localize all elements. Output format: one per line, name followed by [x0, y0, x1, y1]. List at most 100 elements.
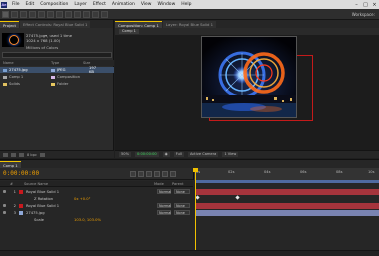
shape-tool-icon[interactable] [56, 10, 63, 18]
project-item[interactable]: 27475.jpg JPEG 197 KB [0, 66, 114, 74]
rotation-tool-icon[interactable] [29, 10, 36, 18]
layer-label-swatch[interactable] [19, 210, 23, 215]
menu-layer[interactable]: Layer [71, 2, 90, 7]
timeline-layer-row[interactable]: 3 27475.jpg Normal None [0, 209, 379, 216]
menu-effect[interactable]: Effect [90, 2, 109, 7]
clone-stamp-tool-icon[interactable] [92, 10, 99, 18]
resolution-dropdown[interactable]: Full [173, 152, 184, 157]
blend-mode-dropdown[interactable]: Normal [157, 189, 171, 194]
motion-blur-icon[interactable] [162, 171, 168, 177]
tab-layer[interactable]: Layer: Royal Blue Solid 1 [162, 21, 217, 28]
layer-label-swatch[interactable] [19, 189, 23, 194]
column-type[interactable]: Type [51, 60, 83, 66]
work-area-bar[interactable] [195, 180, 379, 183]
label-color-swatch[interactable] [51, 82, 55, 86]
frame-blending-icon[interactable] [154, 171, 160, 177]
image-file-icon [3, 68, 7, 72]
timeline-layer-row[interactable]: 1 Royal Blue Solid 1 Normal None [0, 188, 379, 195]
property-value[interactable]: 0x +0.0° [74, 197, 99, 201]
layer-duration-bar[interactable] [196, 188, 379, 195]
timeline-current-time[interactable]: 0:00:00:00 [3, 170, 39, 177]
pan-behind-tool-icon[interactable] [47, 10, 54, 18]
maximize-button[interactable]: □ [361, 2, 370, 8]
property-name: Z Rotation [34, 196, 54, 201]
layer-label-swatch[interactable] [19, 203, 23, 208]
project-item[interactable]: Solids Folder [0, 81, 114, 87]
type-tool-icon[interactable] [74, 10, 81, 18]
tab-timeline-comp[interactable]: Comp 1 [0, 161, 21, 168]
window-controls: – □ × [352, 2, 379, 8]
timeline-property-row[interactable]: Scale 103.0, 103.0% [0, 216, 379, 223]
label-color-swatch[interactable] [51, 68, 55, 72]
menu-file[interactable]: File [9, 2, 23, 7]
project-item[interactable]: Comp 1 Composition [0, 74, 114, 80]
current-time-display[interactable]: 0:00:00:00 [135, 152, 159, 157]
composition-viewer[interactable] [201, 36, 297, 118]
workspace-label[interactable]: Workspace: [352, 12, 375, 17]
new-folder-icon[interactable] [11, 152, 16, 157]
composition-footer: 50% 0:00:00:00 ◉ Full Active Camera 1 Vi… [115, 150, 379, 158]
menu-edit[interactable]: Edit [23, 2, 38, 7]
tab-project[interactable]: Project [0, 21, 19, 28]
new-composition-icon[interactable] [19, 152, 24, 157]
column-source-name[interactable]: Source Name [18, 181, 154, 186]
time-ruler[interactable]: 0s 02s 04s 06s 08s 10s [193, 168, 379, 180]
hide-shy-layers-icon[interactable] [146, 171, 152, 177]
interpret-footage-icon[interactable] [3, 152, 8, 157]
column-mode[interactable]: Mode [154, 181, 172, 186]
bit-depth-label[interactable]: 8 bpc [27, 153, 37, 157]
menu-help[interactable]: Help [178, 2, 194, 7]
pen-tool-icon[interactable] [65, 10, 72, 18]
comp-navigator-tab[interactable]: Comp 1 [119, 29, 139, 34]
minimize-button[interactable]: – [352, 2, 361, 8]
draft-3d-icon[interactable] [138, 171, 144, 177]
column-name[interactable]: Name [0, 60, 51, 66]
label-color-swatch[interactable] [51, 75, 55, 79]
layer-name[interactable]: Royal Blue Solid 1 [26, 204, 66, 208]
blend-mode-dropdown[interactable]: Normal [157, 203, 171, 208]
brush-tool-icon[interactable] [83, 10, 90, 18]
selection-tool-icon[interactable] [2, 10, 9, 18]
blend-mode-dropdown[interactable]: Normal [157, 210, 171, 215]
keyframe-marker[interactable] [235, 195, 240, 200]
current-time-indicator[interactable] [195, 168, 196, 256]
property-name: Scale [34, 217, 44, 222]
3d-view-dropdown[interactable]: Active Camera [187, 152, 219, 157]
menu-composition[interactable]: Composition [37, 2, 71, 7]
ferris-wheel-night-image [202, 37, 296, 117]
timeline-property-row[interactable]: Z Rotation 0x +0.0° [0, 195, 379, 202]
eraser-tool-icon[interactable] [101, 10, 108, 18]
layer-name[interactable]: Royal Blue Solid 1 [26, 190, 66, 194]
keyframe-marker[interactable] [195, 195, 200, 200]
layer-duration-bar[interactable] [196, 209, 379, 216]
tab-effect-controls[interactable]: Effect Controls: Royal Blue Solid 1 [20, 21, 91, 28]
trash-icon[interactable] [39, 152, 45, 157]
close-button[interactable]: × [370, 2, 379, 8]
magnification-dropdown[interactable]: 50% [119, 152, 131, 157]
menu-animation[interactable]: Animation [109, 2, 138, 7]
parent-dropdown[interactable]: None [174, 203, 190, 208]
tab-composition[interactable]: Composition: Comp 1 [115, 21, 162, 28]
camera-tool-icon[interactable] [38, 10, 45, 18]
view-layout-dropdown[interactable]: 1 View [222, 152, 239, 157]
timeline-layer-row[interactable]: 2 Royal Blue Solid 1 Normal None [0, 202, 379, 209]
project-search-input[interactable] [2, 52, 112, 58]
graph-editor-icon[interactable] [170, 171, 176, 177]
hand-tool-icon[interactable] [11, 10, 18, 18]
parent-dropdown[interactable]: None [174, 189, 190, 194]
composition-icon [3, 75, 7, 79]
ruler-tick: 02s [228, 170, 235, 174]
layer-columns-header: # Source Name Mode Parent [0, 181, 193, 187]
snapshot-icon[interactable]: ◉ [162, 152, 170, 157]
project-item-name: Solids [9, 82, 20, 86]
comp-mini-flowchart-icon[interactable] [130, 171, 136, 177]
menu-view[interactable]: View [138, 2, 155, 7]
property-value[interactable]: 103.0, 103.0% [74, 218, 101, 222]
column-parent[interactable]: Parent [172, 181, 192, 186]
layer-duration-bar[interactable] [196, 202, 379, 209]
zoom-tool-icon[interactable] [20, 10, 27, 18]
timeline-footer [0, 250, 379, 256]
menu-window[interactable]: Window [155, 2, 179, 7]
parent-dropdown[interactable]: None [174, 210, 190, 215]
layer-name[interactable]: 27475.jpg [26, 211, 66, 215]
